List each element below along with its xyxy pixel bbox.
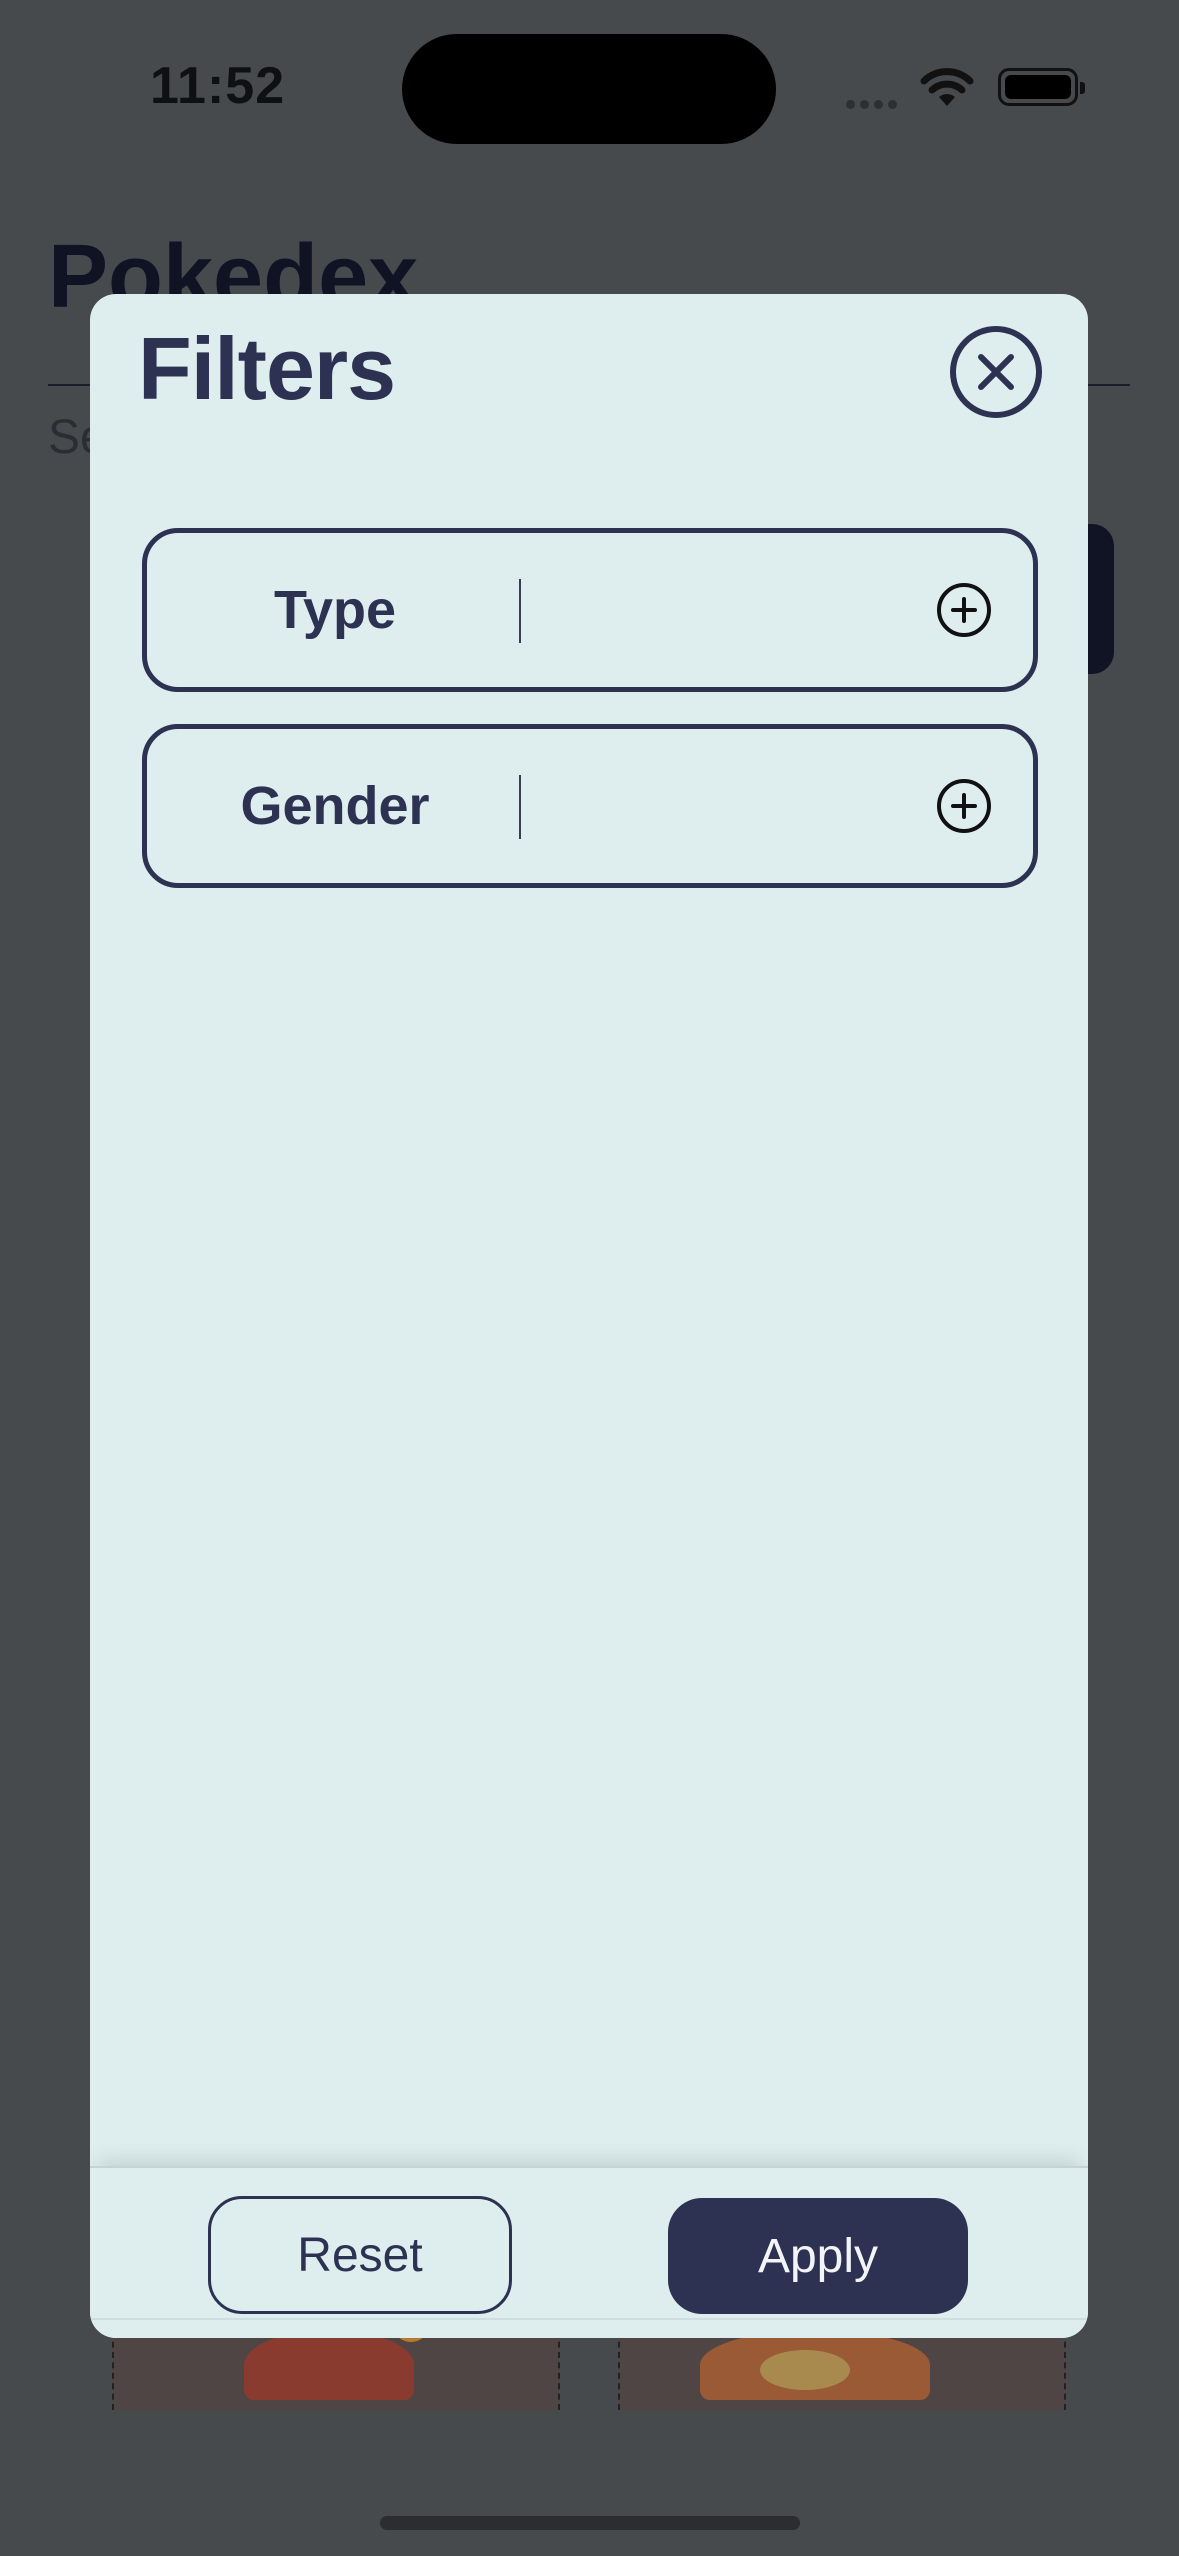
modal-title: Filters [138, 319, 396, 418]
filter-label: Gender [240, 776, 430, 836]
battery-icon [998, 68, 1085, 106]
add-icon [951, 793, 977, 819]
wifi-icon [920, 66, 974, 108]
pokemon-sprite-image [244, 2312, 428, 2400]
modal-footer: Reset Apply [90, 2166, 1088, 2338]
close-icon [978, 354, 1014, 390]
home-indicator[interactable] [380, 2516, 800, 2530]
add-type-button[interactable] [937, 583, 991, 637]
filters-modal: Filters Type Gender Reset Apply [90, 294, 1088, 2338]
close-button[interactable] [950, 326, 1042, 418]
add-icon [951, 597, 977, 623]
status-time: 11:52 [150, 57, 286, 115]
filter-divider [519, 775, 521, 839]
cellular-signal-icon [846, 96, 906, 109]
reset-button[interactable]: Reset [208, 2196, 512, 2314]
pokemon-sprite-image [700, 2330, 930, 2400]
screen: 11:52 Pokedex Se Filters Type Gender Res… [0, 0, 1179, 2556]
status-bar: 11:52 [0, 0, 1179, 170]
filter-row-type[interactable]: Type [142, 528, 1038, 692]
filter-divider [519, 579, 521, 643]
add-gender-button[interactable] [937, 779, 991, 833]
filter-row-gender[interactable]: Gender [142, 724, 1038, 888]
apply-button[interactable]: Apply [668, 2198, 968, 2314]
footer-divider [90, 2318, 1088, 2320]
filter-label: Type [273, 580, 397, 640]
dynamic-island [402, 34, 776, 144]
